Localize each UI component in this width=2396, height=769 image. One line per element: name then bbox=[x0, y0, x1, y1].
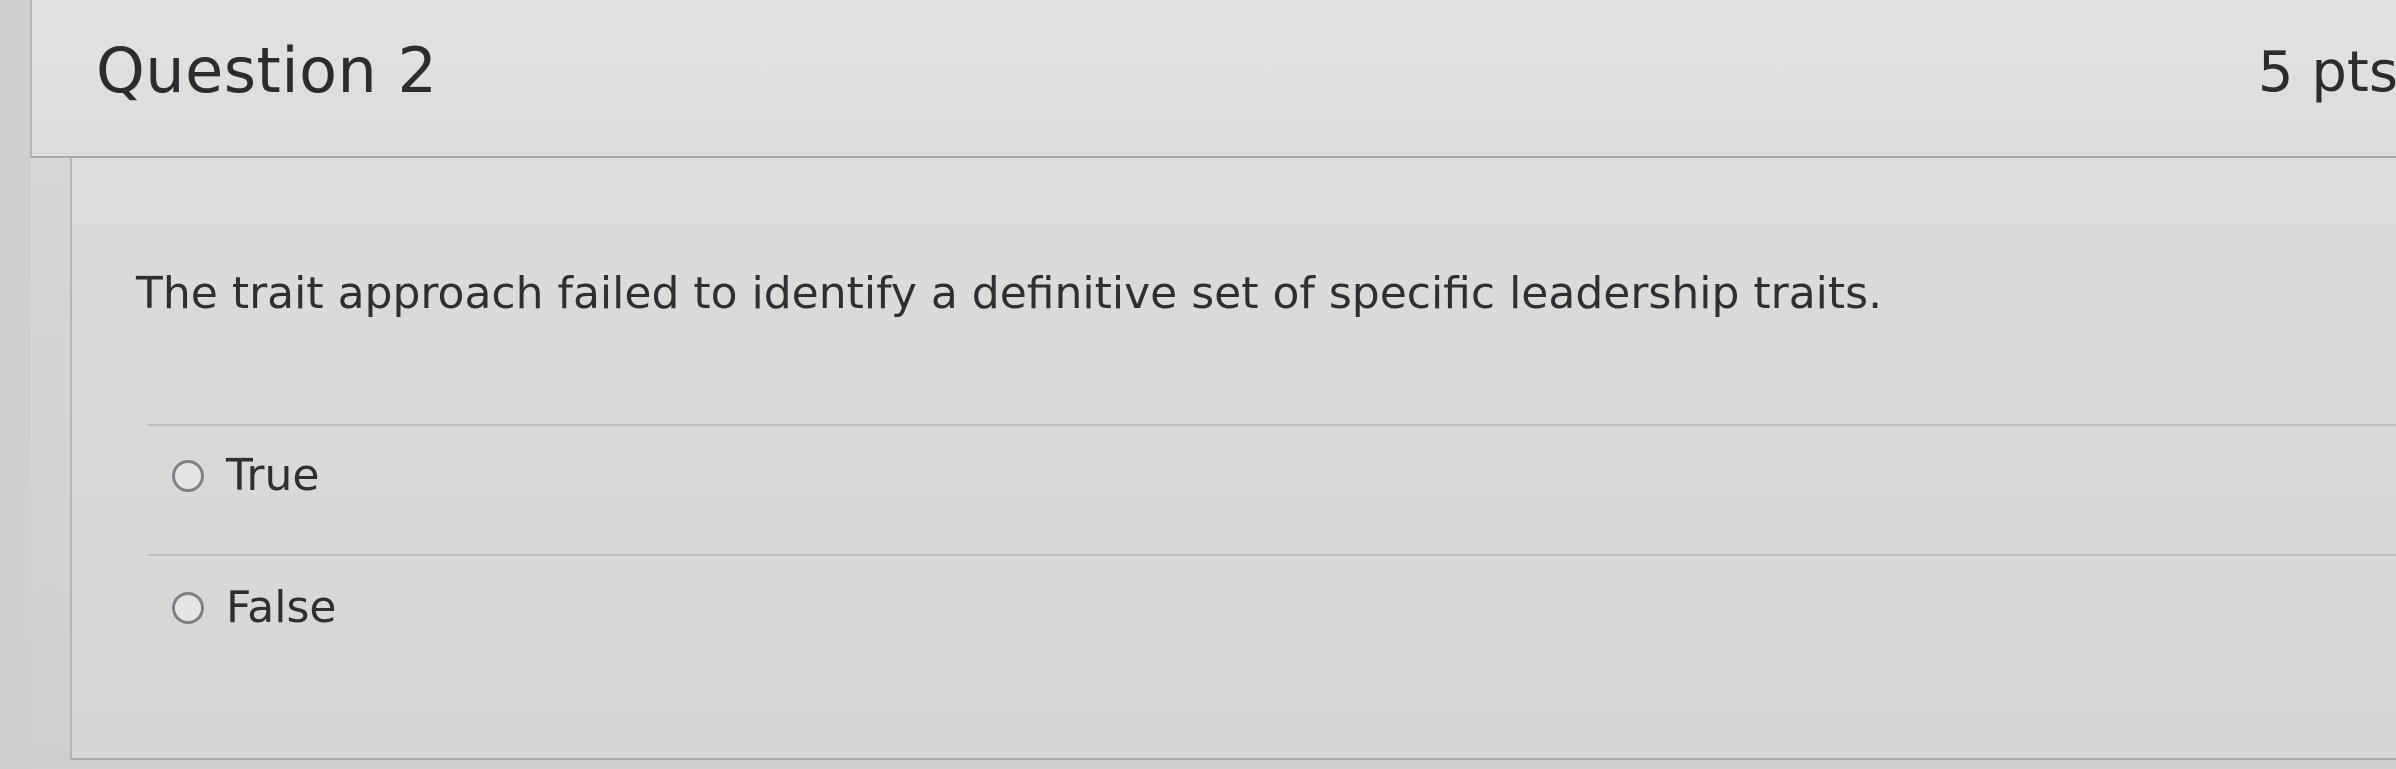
question-header: Question 2 5 pts bbox=[30, 0, 2396, 158]
answer-label: True bbox=[226, 450, 320, 501]
question-body: The trait approach failed to identify a … bbox=[70, 158, 2396, 760]
answer-divider bbox=[148, 554, 2396, 556]
answer-divider bbox=[148, 424, 2396, 426]
radio-button-icon[interactable] bbox=[172, 591, 204, 624]
question-title: Question 2 bbox=[96, 34, 438, 107]
left-gutter bbox=[0, 0, 30, 769]
answer-option-false[interactable]: False bbox=[172, 582, 336, 633]
answer-label: False bbox=[226, 582, 337, 633]
question-text: The trait approach failed to identify a … bbox=[136, 268, 1883, 319]
radio-button-icon[interactable] bbox=[172, 459, 204, 492]
question-points: 5 pts bbox=[2257, 40, 2396, 105]
question-card: Question 2 5 pts The trait approach fail… bbox=[30, 0, 2396, 769]
answer-option-true[interactable]: True bbox=[172, 450, 319, 501]
